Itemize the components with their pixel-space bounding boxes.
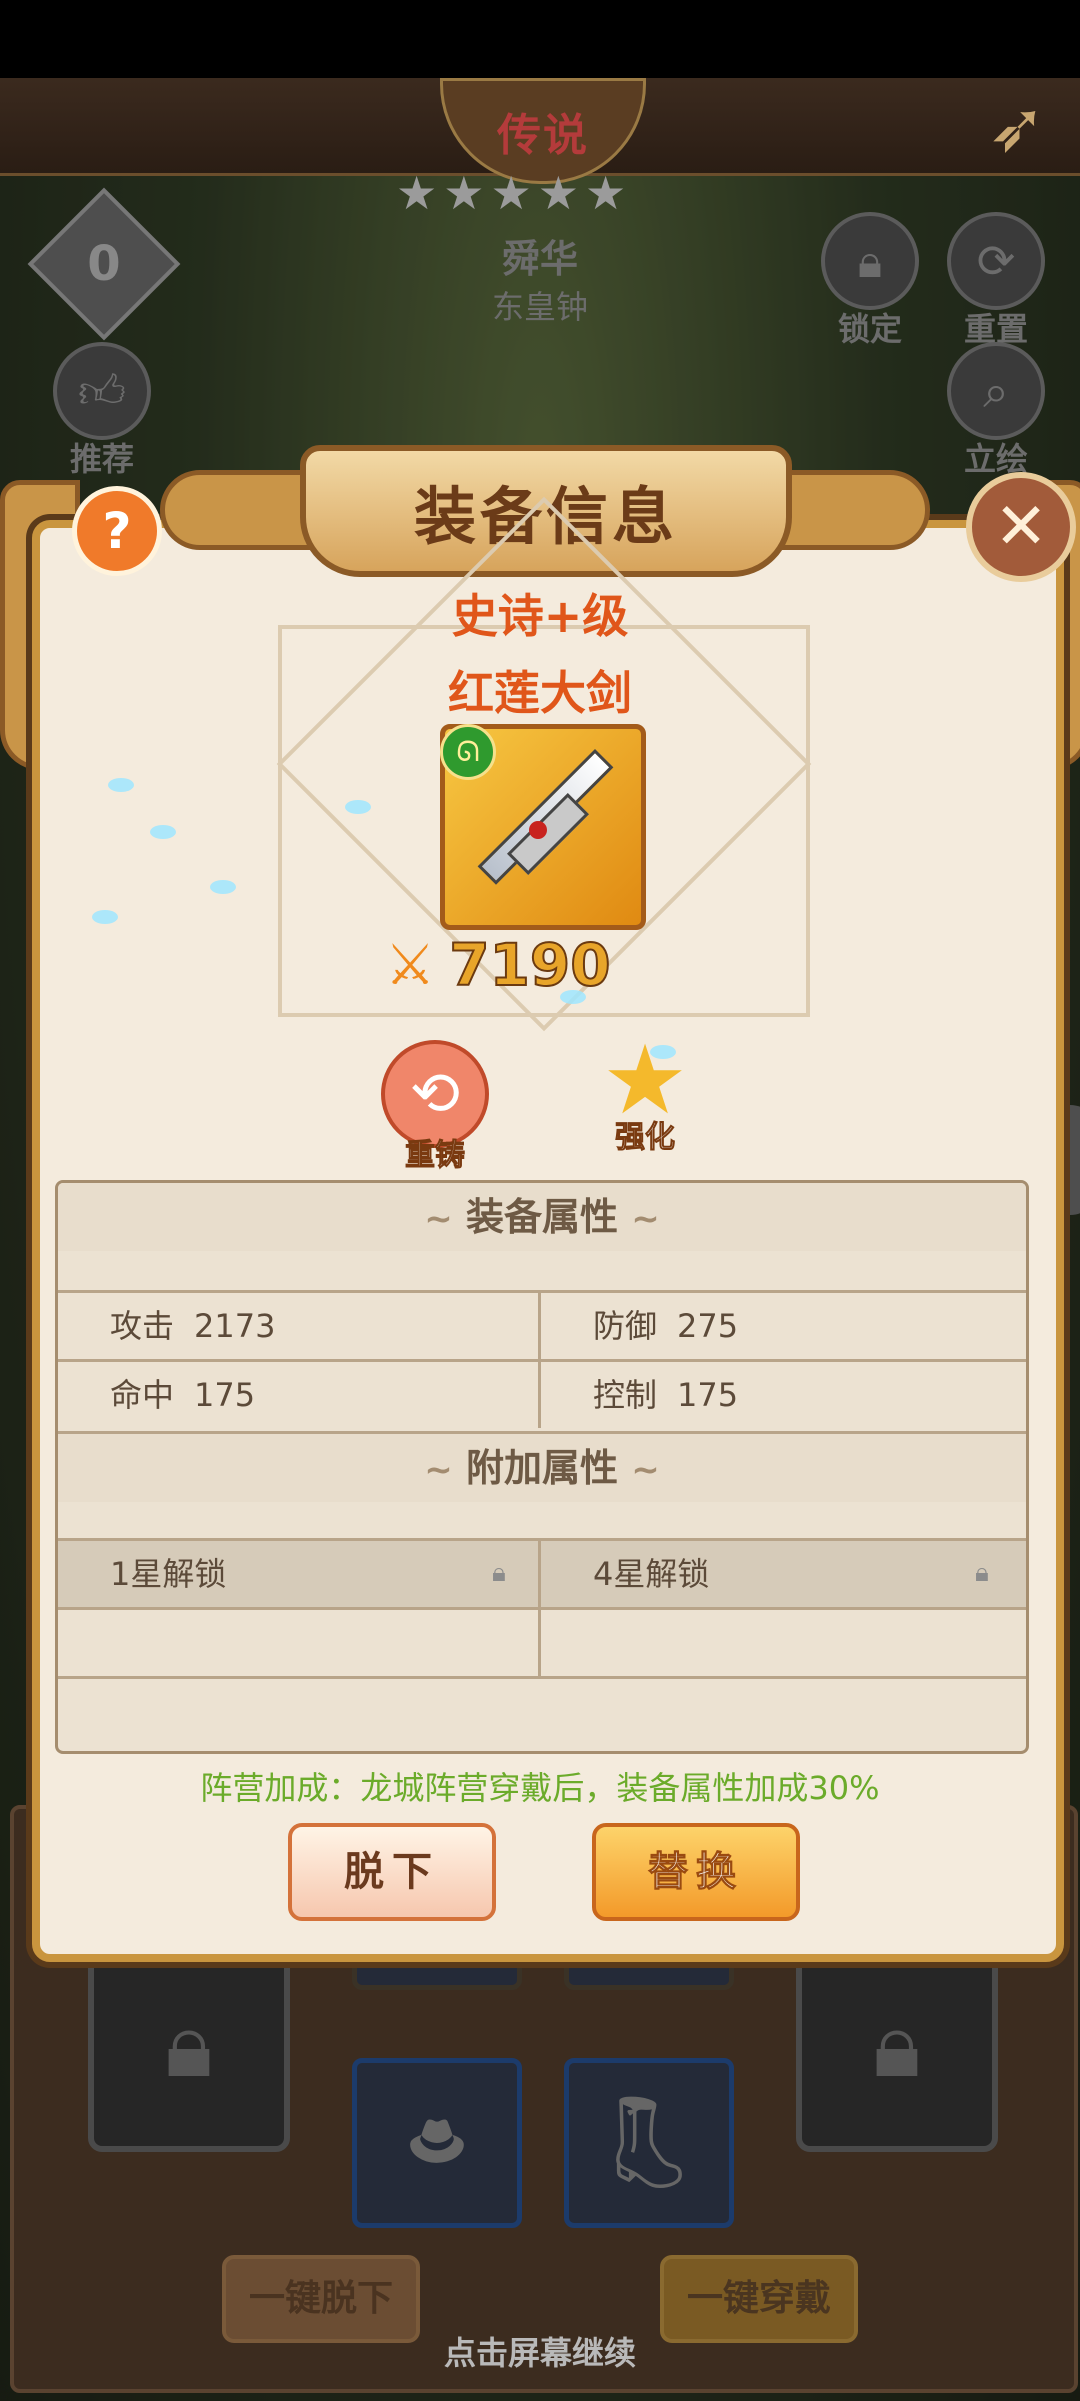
stat-key: 防御 bbox=[593, 1307, 658, 1345]
sparkle-decoration bbox=[92, 910, 118, 924]
magnifier-icon: ⌕ bbox=[947, 342, 1045, 440]
table-row: 1星解锁 🔒︎ 4星解锁 🔒︎ bbox=[58, 1538, 1026, 1607]
extra-stat-label: 4星解锁 bbox=[593, 1555, 710, 1593]
star-icon: ★ bbox=[537, 166, 579, 220]
reset-button[interactable]: ⟳ 重置 bbox=[946, 212, 1046, 350]
star-icon: ★ bbox=[490, 166, 532, 220]
stat-key: 控制 bbox=[593, 1376, 658, 1414]
item-grade: 史诗+级 bbox=[451, 589, 629, 643]
ornament-right: ~ bbox=[631, 1450, 660, 1490]
hero-name: 舜华 bbox=[501, 237, 578, 281]
crossed-swords-icon: ⚔ bbox=[385, 932, 436, 998]
extra-stats-title-text: 附加属性 bbox=[465, 1446, 618, 1490]
accessory-slot-locked[interactable]: 🔒︎ bbox=[796, 1940, 998, 2152]
close-button[interactable]: ✕ bbox=[966, 472, 1076, 582]
stat-value: 175 bbox=[677, 1376, 739, 1414]
reforge-button[interactable]: ⟲ 重铸 bbox=[380, 1040, 490, 1174]
stat-key: 命中 bbox=[110, 1376, 175, 1414]
stat-cell-control: 控制 175 bbox=[541, 1362, 1021, 1428]
base-stats-title-text: 装备属性 bbox=[465, 1195, 618, 1239]
extra-stats-title: ~ 附加属性 ~ bbox=[58, 1431, 1026, 1502]
dragon-faction-icon: ᘏ bbox=[440, 724, 496, 780]
close-icon: ✕ bbox=[994, 490, 1048, 564]
base-stats-title: ~ 装备属性 ~ bbox=[58, 1183, 1026, 1251]
stat-cell-defense: 防御 275 bbox=[541, 1293, 1021, 1359]
lock-button[interactable]: 🔒︎ 锁定 bbox=[820, 212, 920, 350]
stat-cell-hit: 命中 175 bbox=[58, 1362, 541, 1428]
empty-cell bbox=[541, 1610, 1021, 1676]
lock-icon: 🔒︎ bbox=[492, 1558, 506, 1588]
star-icon: ★ bbox=[443, 166, 485, 220]
ornament-right: ~ bbox=[631, 1199, 660, 1239]
ornament-left: ~ bbox=[424, 1199, 453, 1239]
table-row: 攻击 2173 防御 275 bbox=[58, 1290, 1026, 1359]
stat-value: 2173 bbox=[194, 1307, 276, 1345]
portrait-button[interactable]: ⌕ 立绘 bbox=[946, 342, 1046, 480]
enhance-button[interactable]: ★ 强化 bbox=[590, 1030, 700, 1156]
item-name: 红莲大剑 bbox=[448, 666, 632, 720]
continue-hint[interactable]: 点击屏幕继续 bbox=[0, 2328, 1080, 2374]
sparkle-decoration bbox=[108, 778, 134, 792]
gem-shape bbox=[529, 821, 547, 839]
lock-icon: 🔒︎ bbox=[165, 1993, 213, 2098]
refresh-icon: ⟳ bbox=[947, 212, 1045, 310]
recommend-label: 推荐 bbox=[69, 440, 134, 478]
faction-bonus-text: 阵营加成：龙城阵营穿戴后，装备属性加成30% bbox=[200, 1769, 880, 1807]
combat-power-value: 7190 bbox=[448, 930, 611, 1000]
table-row: 命中 175 控制 175 bbox=[58, 1359, 1026, 1428]
back-arrow-icon: ➶ bbox=[987, 86, 1047, 168]
faction-badge-text: 0 bbox=[87, 236, 121, 292]
empty-cell bbox=[58, 1610, 541, 1676]
helmet-slot[interactable]: 🎩︎ bbox=[352, 2058, 522, 2228]
replace-button[interactable]: 替换 bbox=[592, 1823, 800, 1921]
extra-stat-label: 1星解锁 bbox=[110, 1555, 227, 1593]
sparkle-decoration bbox=[210, 880, 236, 894]
stat-key: 攻击 bbox=[110, 1307, 175, 1345]
boot-icon: 👢︎ bbox=[591, 2090, 707, 2195]
stat-value: 175 bbox=[194, 1376, 256, 1414]
boots-slot[interactable]: 👢︎ bbox=[564, 2058, 734, 2228]
lock-icon: 🔒︎ bbox=[975, 1558, 989, 1588]
stat-cell-attack: 攻击 2173 bbox=[58, 1293, 541, 1359]
sparkle-decoration bbox=[560, 990, 586, 1004]
back-button[interactable]: ➶ bbox=[972, 82, 1062, 172]
combat-power: ⚔ 7190 bbox=[385, 930, 695, 1000]
sparkle-decoration bbox=[345, 800, 371, 814]
table-row-empty bbox=[58, 1607, 1026, 1676]
extra-stat-cell: 1星解锁 🔒︎ bbox=[58, 1541, 541, 1607]
stats-panel: ~ 装备属性 ~ 攻击 2173 防御 275 命中 175 控制 175 ~ 附加属性… bbox=[55, 1180, 1029, 1754]
table-row-empty bbox=[58, 1676, 1026, 1745]
reforge-label: 重铸 bbox=[405, 1138, 466, 1174]
sparkle-decoration bbox=[150, 825, 176, 839]
extra-stat-cell: 4星解锁 🔒︎ bbox=[541, 1541, 1021, 1607]
star-icon: ★ bbox=[585, 166, 627, 220]
hero-stars: ★ ★ ★ ★ ★ bbox=[396, 168, 686, 218]
rank-label: 传说 bbox=[497, 110, 589, 161]
hero-subtitle: 东皇钟 bbox=[491, 288, 588, 326]
star-icon: ★ bbox=[396, 166, 438, 220]
thumbs-up-icon: 👍︎ bbox=[53, 342, 151, 440]
sparkle-decoration bbox=[650, 1045, 676, 1059]
help-button[interactable]: ? bbox=[72, 486, 162, 576]
lock-icon: 🔒︎ bbox=[873, 1993, 921, 2098]
remove-button[interactable]: 脱下 bbox=[288, 1823, 496, 1921]
artifact-slot-locked[interactable]: 🔒︎ bbox=[88, 1940, 290, 2152]
stat-value: 275 bbox=[677, 1307, 739, 1345]
hat-icon: 🎩︎ bbox=[409, 2090, 465, 2195]
ornament-left: ~ bbox=[424, 1450, 453, 1490]
lock-icon: 🔒︎ bbox=[821, 212, 919, 310]
recommend-button[interactable]: 👍︎ 推荐 bbox=[52, 342, 152, 480]
lock-label: 锁定 bbox=[837, 310, 902, 348]
status-bar bbox=[0, 0, 1080, 78]
